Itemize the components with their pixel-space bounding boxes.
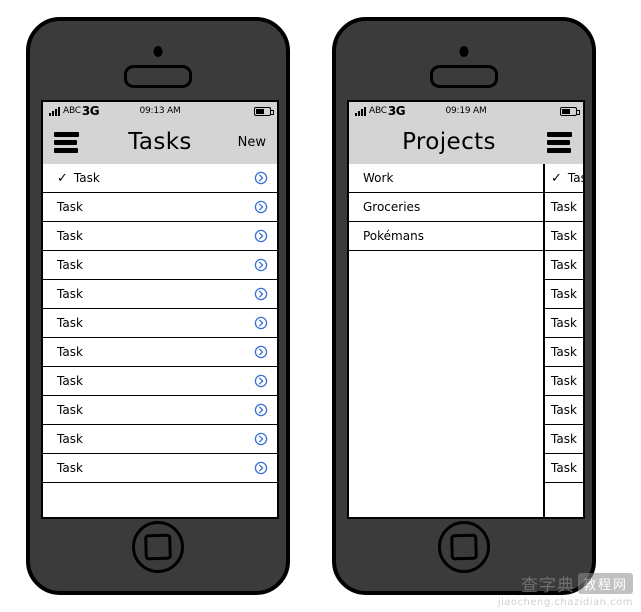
task-label: Task	[551, 258, 577, 272]
chevron-right-circle-icon[interactable]	[254, 374, 268, 388]
chevron-right-circle-icon[interactable]	[254, 316, 268, 330]
front-camera-icon	[459, 46, 469, 57]
chevron-right-circle-icon[interactable]	[254, 432, 268, 446]
project-label: Work	[363, 171, 394, 185]
watermark-url: jiaocheng.chazidian.com	[497, 597, 633, 608]
checkmark-icon: ✓	[551, 170, 562, 186]
earpiece-speaker-icon	[430, 65, 498, 88]
task-row[interactable]: ✓Task	[545, 338, 583, 367]
battery-icon	[560, 106, 580, 116]
home-button-icon[interactable]	[438, 521, 490, 573]
page-title: Projects	[402, 129, 496, 155]
watermark: 查字典 教程网 jiaocheng.chazidian.com	[498, 571, 633, 608]
task-row[interactable]: ✓Task	[43, 309, 277, 338]
project-label: Groceries	[363, 200, 421, 214]
task-row[interactable]: ✓Task	[43, 454, 277, 483]
chevron-right-circle-icon[interactable]	[254, 461, 268, 475]
task-row[interactable]: ✓ Task	[545, 164, 583, 193]
phone-screen-projects: ABC 3G 09:19 AM Projects ✓Work✓Groceries…	[347, 100, 585, 519]
chevron-right-circle-icon[interactable]	[254, 403, 268, 417]
project-list: ✓Work✓Groceries✓Pokémans	[349, 164, 545, 517]
task-row[interactable]: ✓ Task	[43, 164, 277, 193]
task-label: Task	[551, 374, 577, 388]
task-row[interactable]: ✓Task	[43, 367, 277, 396]
task-row[interactable]: ✓Task	[545, 222, 583, 251]
task-label: Task	[551, 316, 577, 330]
task-row[interactable]: ✓Task	[43, 425, 277, 454]
task-label: Task	[57, 345, 83, 359]
chevron-right-circle-icon[interactable]	[254, 345, 268, 359]
task-label: Task	[57, 316, 83, 330]
task-row[interactable]: ✓Task	[545, 425, 583, 454]
new-task-button[interactable]: New	[238, 135, 266, 150]
split-drawer-layout: ✓Work✓Groceries✓Pokémans ✓Task✓Task✓Task…	[349, 164, 583, 517]
project-row[interactable]: ✓Work	[349, 164, 543, 193]
task-row[interactable]: ✓Task	[43, 338, 277, 367]
task-label: Task	[551, 432, 577, 446]
task-label: Task	[551, 287, 577, 301]
task-row[interactable]: ✓Task	[43, 222, 277, 251]
watermark-site-name: 查字典	[520, 576, 575, 596]
status-bar-clock: 09:13 AM	[139, 106, 181, 116]
task-label: Task	[57, 229, 83, 243]
project-row[interactable]: ✓Pokémans	[349, 222, 543, 251]
project-label: Pokémans	[363, 229, 424, 243]
task-row[interactable]: ✓Task	[545, 396, 583, 425]
task-label: Task	[57, 432, 83, 446]
task-list-peek: ✓Task✓Task✓Task✓Task✓Task✓Task✓Task✓Task…	[545, 164, 583, 517]
navigation-bar: Projects	[349, 120, 583, 164]
project-row[interactable]: ✓Groceries	[349, 193, 543, 222]
task-row[interactable]: ✓Task	[545, 367, 583, 396]
status-bar: ABC 3G 09:19 AM	[349, 102, 583, 120]
task-row[interactable]: ✓Task	[545, 193, 583, 222]
task-row[interactable]: ✓Task	[545, 309, 583, 338]
battery-icon	[254, 106, 274, 116]
task-label: Task	[57, 403, 83, 417]
status-bar: ABC 3G 09:13 AM	[43, 102, 277, 120]
task-row[interactable]: ✓Task	[43, 193, 277, 222]
task-label: Task	[551, 229, 577, 243]
phone-device-projects: ABC 3G 09:19 AM Projects ✓Work✓Groceries…	[332, 17, 596, 595]
navigation-bar: Tasks New	[43, 120, 277, 164]
task-list: ✓Task✓Task✓Task✓Task✓Task✓Task✓Task✓Task…	[43, 164, 277, 517]
earpiece-speaker-icon	[124, 65, 192, 88]
task-row[interactable]: ✓Task	[43, 280, 277, 309]
task-label: Task	[73, 171, 100, 185]
task-label: Task	[567, 171, 583, 185]
phone-screen-tasks: ABC 3G 09:13 AM Tasks New ✓Task✓Task✓Tas…	[41, 100, 279, 519]
task-row[interactable]: ✓Task	[43, 396, 277, 425]
chevron-right-circle-icon[interactable]	[254, 258, 268, 272]
chevron-right-circle-icon[interactable]	[254, 200, 268, 214]
task-label: Task	[57, 461, 83, 475]
status-bar-clock: 09:19 AM	[445, 106, 487, 116]
task-label: Task	[551, 403, 577, 417]
watermark-section-name: 教程网	[577, 573, 633, 594]
hamburger-menu-icon[interactable]	[547, 131, 572, 153]
task-label: Task	[57, 374, 83, 388]
home-button-icon[interactable]	[132, 521, 184, 573]
front-camera-icon	[153, 46, 163, 57]
task-label: Task	[551, 461, 577, 475]
task-label: Task	[57, 200, 83, 214]
hamburger-menu-icon[interactable]	[54, 131, 79, 153]
task-row[interactable]: ✓Task	[43, 251, 277, 280]
task-row[interactable]: ✓Task	[545, 251, 583, 280]
task-label: Task	[551, 345, 577, 359]
task-label: Task	[57, 258, 83, 272]
task-label: Task	[551, 200, 577, 214]
checkmark-icon: ✓	[57, 170, 68, 186]
phone-device-tasks: ABC 3G 09:13 AM Tasks New ✓Task✓Task✓Tas…	[26, 17, 290, 595]
task-row[interactable]: ✓Task	[545, 454, 583, 483]
task-row[interactable]: ✓Task	[545, 280, 583, 309]
chevron-right-circle-icon[interactable]	[254, 229, 268, 243]
chevron-right-circle-icon[interactable]	[254, 287, 268, 301]
chevron-right-circle-icon[interactable]	[254, 171, 268, 185]
task-label: Task	[57, 287, 83, 301]
